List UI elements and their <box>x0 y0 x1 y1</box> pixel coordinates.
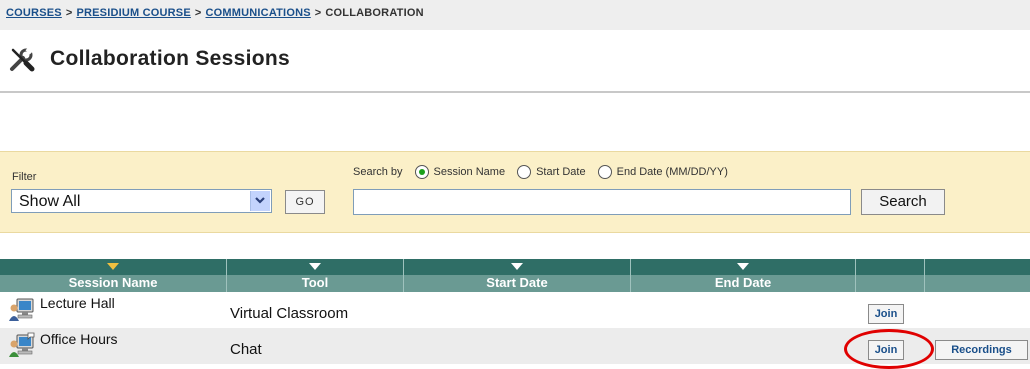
sessions-table: Session Name Tool Start Date End Date Le… <box>0 259 1030 369</box>
filter-selected-value: Show All <box>19 193 81 210</box>
title-divider <box>0 91 1030 93</box>
recordings-button[interactable]: Recordings <box>935 340 1028 360</box>
column-header-label: End Date <box>714 275 772 290</box>
radio-end-date[interactable] <box>597 165 612 179</box>
breadcrumb-bar: COURSES > PRESIDIUM COURSE > COMMUNICATIONS >… <box>0 0 1030 30</box>
join-button[interactable]: Join <box>868 304 904 324</box>
column-header-label: Tool <box>301 275 329 290</box>
column-header-start-date[interactable]: Start Date <box>404 259 631 292</box>
virtual-classroom-icon <box>8 296 36 324</box>
chevron-down-icon[interactable] <box>250 191 270 211</box>
search-by-options: Search by Session Name Start Date End Da… <box>353 165 728 179</box>
search-button[interactable]: Search <box>861 189 945 215</box>
radio-session-name-label: Session Name <box>433 166 506 178</box>
breadcrumb-presidium-course-link[interactable]: PRESIDIUM COURSE <box>76 7 190 19</box>
filter-panel: Filter Show All GO Search by Session Nam… <box>0 151 1030 233</box>
table-header: Session Name Tool Start Date End Date <box>0 259 1030 292</box>
breadcrumb-current: COLLABORATION <box>325 7 424 19</box>
page-header: Collaboration Sessions <box>8 42 290 76</box>
breadcrumb: COURSES > PRESIDIUM COURSE > COMMUNICATIONS >… <box>6 7 424 19</box>
page-title: Collaboration Sessions <box>50 47 290 70</box>
radio-session-name[interactable] <box>414 165 429 179</box>
sort-arrow-icon <box>737 263 749 270</box>
breadcrumb-courses-link[interactable]: COURSES <box>6 7 62 19</box>
go-button[interactable]: GO <box>285 190 325 214</box>
session-name[interactable]: Office Hours <box>40 331 118 347</box>
column-header-tool[interactable]: Tool <box>227 259 404 292</box>
session-tool: Virtual Classroom <box>230 305 349 322</box>
join-button[interactable]: Join <box>868 340 904 360</box>
filter-label: Filter <box>12 171 37 183</box>
table-row: Lecture Hall Virtual Classroom Join <box>0 292 1030 328</box>
column-header-recordings <box>925 259 1030 292</box>
column-header-actions <box>856 259 925 292</box>
tools-icon <box>8 45 36 73</box>
sort-arrow-icon <box>511 263 523 270</box>
column-header-end-date[interactable]: End Date <box>631 259 856 292</box>
radio-start-date[interactable] <box>517 165 532 179</box>
search-input[interactable] <box>353 189 851 215</box>
filter-select[interactable]: Show All <box>11 189 272 213</box>
breadcrumb-separator: > <box>65 7 73 19</box>
column-header-label: Session Name <box>68 275 158 290</box>
collaboration-page: COURSES > PRESIDIUM COURSE > COMMUNICATIONS >… <box>0 0 1030 369</box>
sort-arrow-icon <box>309 263 321 270</box>
radio-start-date-label: Start Date <box>536 166 586 178</box>
breadcrumb-communications-link[interactable]: COMMUNICATIONS <box>206 7 311 19</box>
column-header-label: Start Date <box>486 275 548 290</box>
radio-end-date-label: End Date (MM/DD/YY) <box>616 166 728 178</box>
column-header-session-name[interactable]: Session Name <box>0 259 227 292</box>
session-tool: Chat <box>230 341 262 358</box>
breadcrumb-separator: > <box>314 7 322 19</box>
table-row: Office Hours Chat Join Recordings <box>0 328 1030 369</box>
sort-arrow-icon <box>107 263 119 270</box>
search-by-label: Search by <box>353 166 403 178</box>
chat-session-icon <box>8 332 36 360</box>
breadcrumb-separator: > <box>194 7 202 19</box>
session-name[interactable]: Lecture Hall <box>40 295 115 311</box>
